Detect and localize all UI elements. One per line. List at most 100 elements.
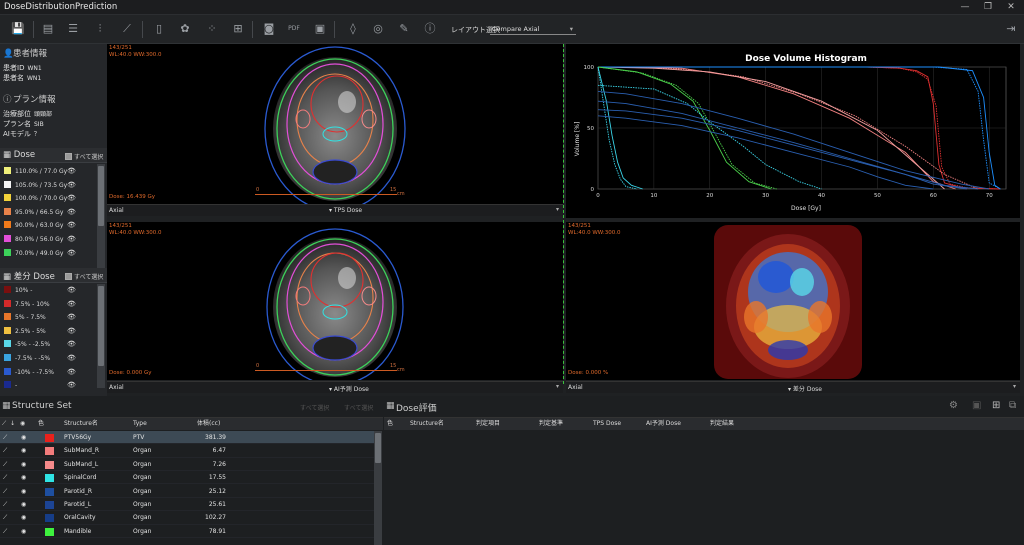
- eye-icon[interactable]: 👁: [67, 219, 76, 232]
- diff-scrollbar[interactable]: [97, 284, 105, 388]
- line-icon[interactable]: ⟋: [3, 498, 7, 511]
- minimize-button[interactable]: —: [955, 1, 975, 13]
- add-icon[interactable]: ⊞: [992, 400, 1000, 411]
- select-all-button[interactable]: すべて選択: [344, 403, 373, 412]
- table-row[interactable]: ⟋ ◉ PTV56Gy PTV 381.39: [0, 431, 374, 445]
- view-bottom-right[interactable]: 143/251 WL:40.0 WW:300.0 Dose: 0.000 %: [566, 222, 1020, 380]
- chevron-down-icon[interactable]: ▾: [1013, 383, 1016, 390]
- eye-icon[interactable]: ◉: [21, 525, 26, 538]
- eye-icon[interactable]: ◉: [21, 431, 26, 444]
- dots-grid-icon[interactable]: ⁘: [205, 22, 219, 36]
- info-icon[interactable]: ⓘ: [423, 22, 437, 36]
- dose-level-row[interactable]: 90.0% / 63.0 Gy 👁: [4, 219, 94, 232]
- structure-scrollbar[interactable]: [374, 431, 382, 545]
- plane-select[interactable]: Axial: [568, 384, 583, 391]
- document-icon[interactable]: ▯: [152, 22, 166, 36]
- eye-icon[interactable]: ◉: [21, 471, 26, 484]
- list-icon[interactable]: ☰: [66, 22, 80, 36]
- line-icon[interactable]: ⟋: [3, 511, 7, 524]
- dose-level-row[interactable]: 70.0% / 49.0 Gy 👁: [4, 247, 94, 260]
- table-row[interactable]: ⟋ ◉ SpinalCord Organ 17.55: [0, 471, 374, 485]
- diff-select-all[interactable]: すべて選択: [65, 272, 103, 281]
- line-icon[interactable]: ⟋: [3, 458, 7, 471]
- view-top-left[interactable]: 143/251 WL:40.0 WW:300.0 Dose: 16.439 Gy …: [107, 44, 563, 204]
- table-row[interactable]: ⟋ ◉ SubMand_L Organ 7.26: [0, 458, 374, 472]
- close-button[interactable]: ✕: [1001, 1, 1021, 13]
- dose-level-row[interactable]: 95.0% / 66.5 Gy 👁: [4, 206, 94, 219]
- chevron-down-icon[interactable]: ▾: [556, 383, 559, 390]
- eye-icon[interactable]: 👁: [67, 298, 76, 311]
- view-bottom-left[interactable]: 143/251 WL:40.0 WW:300.0 Dose: 0.000 Gy 0…: [107, 222, 563, 380]
- diff-level-row[interactable]: 7.5% - 10% 👁: [4, 298, 94, 311]
- eye-icon[interactable]: ◉: [21, 458, 26, 471]
- eye-icon[interactable]: ◉: [21, 444, 26, 457]
- plane-select[interactable]: Axial: [109, 384, 124, 391]
- eye-icon[interactable]: 👁: [67, 284, 76, 297]
- color-swatch[interactable]: [45, 501, 54, 509]
- pdf-icon[interactable]: PDF: [287, 22, 301, 36]
- camera-icon[interactable]: ◙: [262, 22, 276, 36]
- exit-icon[interactable]: ⇥: [1004, 22, 1018, 36]
- eye-icon[interactable]: ◉: [21, 511, 26, 524]
- dose-source-select[interactable]: ▾ AI予測 Dose: [329, 384, 369, 393]
- add-view-icon[interactable]: ▣: [313, 22, 327, 36]
- brush-icon[interactable]: ✎: [397, 22, 411, 36]
- search-drop-icon[interactable]: ◎: [371, 22, 385, 36]
- diff-level-row[interactable]: -5% - -2.5% 👁: [4, 338, 94, 351]
- diff-level-row[interactable]: - 👁: [4, 379, 94, 392]
- eye-icon[interactable]: 👁: [67, 366, 76, 379]
- dose-level-row[interactable]: 100.0% / 70.0 Gy 👁: [4, 192, 94, 205]
- crosshair-icon[interactable]: ⊞: [231, 22, 245, 36]
- export-icon[interactable]: ⧉: [1009, 400, 1016, 411]
- color-swatch[interactable]: [45, 460, 54, 469]
- dose-scrollbar[interactable]: [97, 164, 105, 270]
- line-icon[interactable]: ⟋: [3, 525, 7, 538]
- save-icon[interactable]: ▣: [972, 400, 981, 411]
- diff-level-row[interactable]: -7.5% - -5% 👁: [4, 352, 94, 365]
- dose-source-select[interactable]: ▾ TPS Dose: [329, 207, 362, 214]
- dose-level-row[interactable]: 80.0% / 56.0 Gy 👁: [4, 233, 94, 246]
- settings-icon[interactable]: ⚙: [949, 400, 958, 411]
- drop-icon[interactable]: ◊: [346, 22, 360, 36]
- eye-icon[interactable]: 👁: [67, 247, 76, 260]
- diff-level-row[interactable]: 2.5% - 5% 👁: [4, 325, 94, 338]
- save-icon[interactable]: 💾: [11, 22, 25, 36]
- color-swatch[interactable]: [45, 514, 54, 523]
- dose-select-all[interactable]: すべて選択: [65, 152, 103, 161]
- dose-source-select[interactable]: ▾ 差分 Dose: [788, 384, 822, 393]
- line-icon[interactable]: ⟋: [3, 471, 7, 484]
- eye-icon[interactable]: 👁: [67, 179, 76, 192]
- line-icon[interactable]: ⟋: [3, 431, 7, 444]
- settings-icon[interactable]: ✿: [178, 22, 192, 36]
- eye-icon[interactable]: 👁: [67, 338, 76, 351]
- color-swatch[interactable]: [45, 447, 54, 456]
- plane-select[interactable]: Axial: [109, 207, 124, 214]
- diff-level-row[interactable]: 5% - 7.5% 👁: [4, 311, 94, 324]
- eye-icon[interactable]: 👁: [67, 379, 76, 392]
- eye-icon[interactable]: 👁: [67, 325, 76, 338]
- table-row[interactable]: ⟋ ◉ OralCavity Organ 102.27: [0, 511, 374, 525]
- deselect-all-button[interactable]: すべて選択: [300, 403, 329, 412]
- color-swatch[interactable]: [45, 487, 54, 496]
- color-swatch[interactable]: [45, 434, 54, 442]
- color-swatch[interactable]: [45, 527, 54, 536]
- diff-level-row[interactable]: -10% - -7.5% 👁: [4, 366, 94, 379]
- eye-icon[interactable]: 👁: [67, 165, 76, 178]
- dose-level-row[interactable]: 105.0% / 73.5 Gy 👁: [4, 179, 94, 192]
- layout-grid-icon[interactable]: ▤: [41, 22, 55, 36]
- dvh-view[interactable]: Dose Volume Histogram Dose [Gy] Volume […: [566, 44, 1020, 218]
- chevron-down-icon[interactable]: ▾: [556, 206, 559, 213]
- diff-level-row[interactable]: 10% - 👁: [4, 284, 94, 297]
- table-row[interactable]: ⟋ ◉ Parotid_L Organ 25.61: [0, 498, 374, 512]
- eye-icon[interactable]: 👁: [67, 206, 76, 219]
- restore-button[interactable]: ❐: [978, 1, 998, 13]
- eye-icon[interactable]: ◉: [21, 485, 26, 498]
- line-icon[interactable]: ⟋: [3, 444, 7, 457]
- layout-select[interactable]: Compare Axial ▾: [490, 23, 576, 35]
- dose-level-row[interactable]: 110.0% / 77.0 Gy 👁: [4, 165, 94, 178]
- line-icon[interactable]: ⟋: [3, 485, 7, 498]
- sliders-icon[interactable]: ⫶: [93, 22, 107, 36]
- table-row[interactable]: ⟋ ◉ Parotid_R Organ 25.12: [0, 485, 374, 498]
- eye-icon[interactable]: 👁: [67, 311, 76, 324]
- table-row[interactable]: ⟋ ◉ SubMand_R Organ 6.47: [0, 444, 374, 458]
